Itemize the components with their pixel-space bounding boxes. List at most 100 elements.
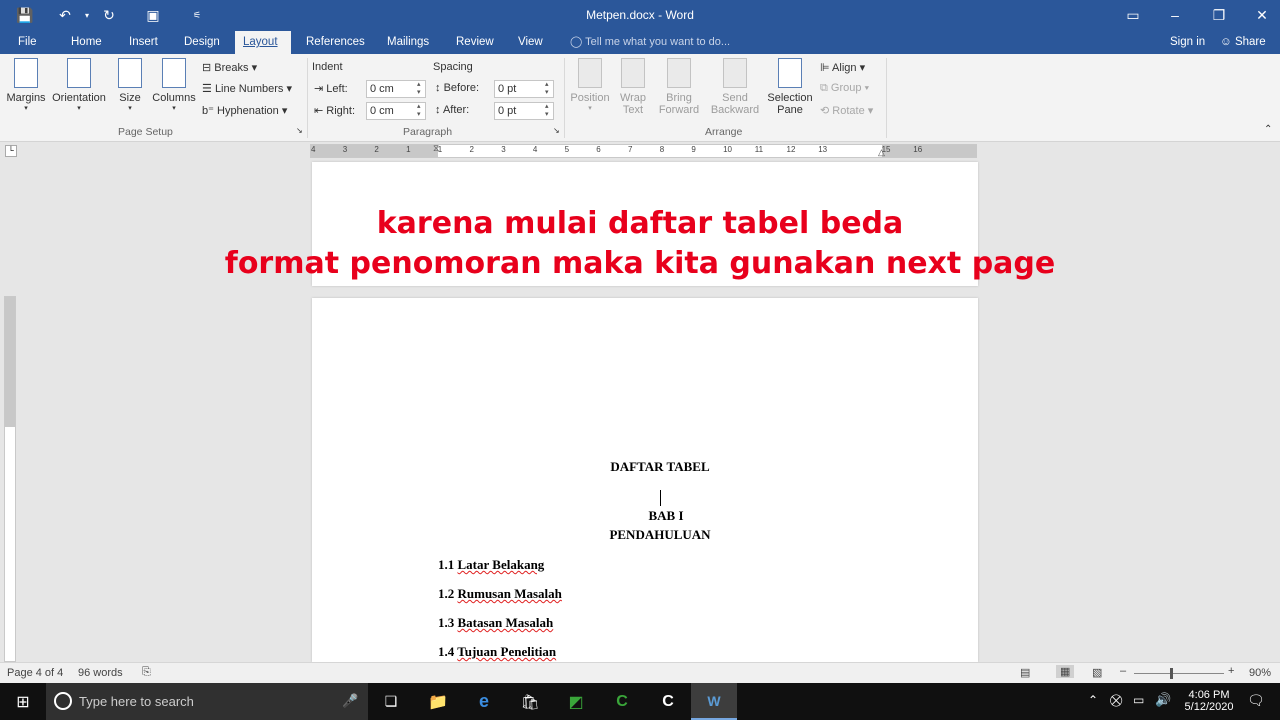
send-backward-button[interactable]: Send Backward [706, 58, 764, 116]
file-explorer-icon[interactable]: 📁 [415, 683, 461, 720]
print-layout-icon[interactable]: ▦ [1056, 665, 1075, 678]
ruler-number: 2 [374, 145, 379, 154]
paragraph-launcher-icon[interactable]: ↘ [553, 126, 560, 135]
store-icon[interactable]: 🛍 [507, 683, 553, 720]
rotate-button[interactable]: ⟲ Rotate ▾ [820, 104, 873, 117]
tab-design[interactable]: Design [176, 31, 228, 54]
lightbulb-icon: ◯ [570, 36, 583, 48]
ruler-number: 6 [596, 145, 601, 154]
tab-file[interactable]: File [10, 31, 45, 54]
sign-in-link[interactable]: Sign in [1170, 31, 1205, 53]
wrap-text-label-1: Wrap [619, 92, 647, 104]
network-icon[interactable]: ⛒ [1110, 693, 1122, 708]
microphone-icon[interactable]: 🎤 [342, 693, 358, 709]
spacing-after-input[interactable]: 0 pt [494, 102, 554, 120]
page-count[interactable]: Page 4 of 4 [7, 667, 63, 679]
horizontal-ruler[interactable]: 4 3 2 1 1 2 3 4 5 6 7 8 9 10 11 12 13 15 16 ⧖ △ [310, 143, 977, 158]
ruler-number: 1 [406, 145, 411, 154]
taskbar: ⊞ Type here to search 🎤 ❏ 📁 e 🛍 ◩ C C W … [0, 683, 1280, 720]
position-button[interactable]: Position ▾ [568, 58, 612, 112]
collapse-ribbon-icon[interactable]: ⌃ [1264, 124, 1272, 135]
restore-icon[interactable]: ❐ [1208, 5, 1230, 25]
document-page-current[interactable]: DAFTAR TABEL BAB I PENDAHULUAN 1.1 Latar… [312, 298, 978, 662]
selection-pane-button[interactable]: Selection Pane [766, 58, 814, 116]
minimize-icon[interactable]: – [1164, 5, 1186, 25]
zoom-level[interactable]: 90% [1249, 667, 1271, 679]
status-bar: Page 4 of 4 96 words ⎘ ▤ ▦ ▧ – + 90% [0, 662, 1280, 683]
spacing-after-label: ↕ After: [435, 104, 469, 116]
proofing-icon[interactable]: ⎘ [142, 666, 151, 679]
wrap-text-label-2: Text [622, 104, 644, 116]
line-numbers-button[interactable]: ☰ Line Numbers ▾ [202, 82, 292, 95]
indent-right-icon: ⇤ [314, 105, 324, 117]
breaks-button[interactable]: ⊟ Breaks ▾ [202, 61, 257, 74]
close-icon[interactable]: ✕ [1251, 5, 1273, 25]
ruler-number: 5 [564, 145, 570, 154]
wrap-text-button[interactable]: Wrap Text [616, 58, 650, 116]
vertical-ruler[interactable] [4, 296, 16, 662]
show-hidden-icons-icon[interactable]: ⌃ [1088, 693, 1098, 707]
tab-insert[interactable]: Insert [121, 31, 166, 54]
ribbon-display-options-icon[interactable]: ▭ [1122, 5, 1144, 25]
zoom-in-icon[interactable]: + [1228, 665, 1234, 677]
group-icon: ⧉ [820, 82, 828, 94]
selection-pane-icon [778, 58, 802, 88]
send-backward-label-1: Send [722, 92, 748, 104]
taskbar-search-box[interactable]: Type here to search 🎤 [46, 683, 368, 720]
align-button[interactable]: ⊫ Align ▾ [820, 61, 865, 74]
tab-home[interactable]: Home [63, 31, 110, 54]
send-backward-icon [723, 58, 747, 88]
read-mode-icon[interactable]: ▤ [1020, 666, 1030, 679]
breaks-label: Breaks [214, 62, 249, 74]
word-count[interactable]: 96 words [78, 667, 123, 679]
edge-icon[interactable]: e [461, 683, 507, 720]
tab-review[interactable]: Review [448, 31, 502, 54]
volume-icon[interactable]: 🔊 [1155, 692, 1171, 708]
zoom-out-icon[interactable]: – [1120, 665, 1126, 677]
task-view-icon[interactable]: ❏ [368, 683, 414, 720]
notifications-icon[interactable]: 🗨 [1247, 692, 1265, 709]
share-label: Share [1234, 36, 1266, 48]
tab-references[interactable]: References [298, 31, 373, 54]
tab-mailings[interactable]: Mailings [379, 31, 437, 54]
clock-time: 4:06 PM [1188, 689, 1230, 701]
margins-button[interactable]: Margins ▾ [6, 58, 46, 112]
windows-start-icon[interactable]: ⊞ [0, 683, 46, 720]
app-icon-green-2[interactable]: C [599, 683, 645, 720]
zoom-slider[interactable] [1134, 673, 1224, 674]
spacing-before-input[interactable]: 0 pt [494, 80, 554, 98]
web-layout-icon[interactable]: ▧ [1092, 666, 1102, 679]
tell-me-box[interactable]: ◯ Tell me what you want to do... [570, 31, 730, 54]
app-icon-green-1[interactable]: ◩ [553, 683, 599, 720]
line-numbers-icon: ☰ [202, 83, 212, 95]
search-placeholder: Type here to search [79, 694, 194, 709]
word-taskbar-icon[interactable]: W [691, 683, 737, 720]
selection-pane-label-1: Selection [767, 92, 813, 104]
page-setup-launcher-icon[interactable]: ↘ [296, 126, 303, 135]
tab-selector-icon[interactable]: └ [5, 145, 17, 157]
size-button[interactable]: Size ▾ [116, 58, 144, 112]
orientation-button[interactable]: Orientation ▾ [50, 58, 108, 112]
separator [564, 58, 565, 138]
tab-layout[interactable]: Layout [235, 31, 291, 54]
list-item: 1.2 Rumusan Masalah [438, 586, 562, 601]
right-indent-marker-icon[interactable]: △ [878, 147, 885, 158]
taskbar-clock[interactable]: 4:06 PM 5/12/2020 [1178, 689, 1240, 713]
columns-button[interactable]: Columns ▾ [151, 58, 197, 112]
margins-label: Margins [6, 92, 46, 104]
bring-forward-button[interactable]: Bring Forward [654, 58, 704, 116]
hyphenation-button[interactable]: b⁼ Hyphenation ▾ [202, 104, 287, 117]
indent-left-input[interactable]: 0 cm [366, 80, 426, 98]
app-icon-green-3[interactable]: C [645, 683, 691, 720]
group-button[interactable]: ⧉ Group ▾ [820, 82, 869, 95]
breaks-icon: ⊟ [202, 62, 212, 74]
zoom-slider-thumb[interactable] [1170, 668, 1173, 679]
bab-title: PENDAHULUAN [609, 527, 711, 542]
indent-right-text: Right: [326, 105, 356, 117]
indent-marker-icon[interactable]: ⧖ [433, 143, 439, 154]
share-button[interactable]: ☺ Share [1220, 31, 1266, 53]
tab-view[interactable]: View [510, 31, 551, 54]
battery-icon[interactable]: ▭ [1133, 693, 1144, 707]
spacing-before-icon: ↕ [435, 82, 441, 94]
indent-right-input[interactable]: 0 cm [366, 102, 426, 120]
